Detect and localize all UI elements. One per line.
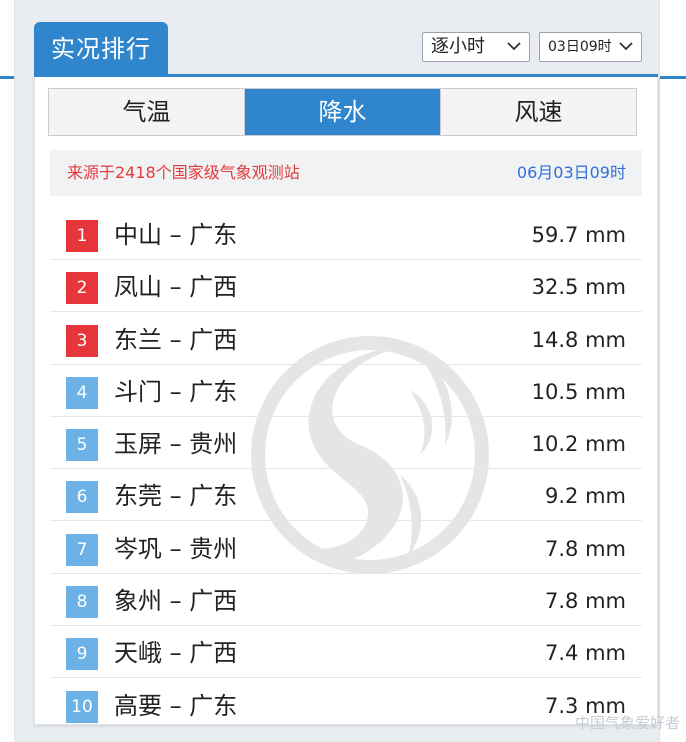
rank-badge: 8 <box>66 586 98 619</box>
station-name: 天峨 – 广西 <box>114 639 238 668</box>
station-name: 东莞 – 广东 <box>114 482 238 511</box>
ranking-row[interactable]: 8 象州 – 广西 7.8 mm <box>50 575 642 627</box>
precipitation-value: 10.5 mm <box>531 379 626 404</box>
station-name: 中山 – 广东 <box>114 221 238 249</box>
interval-select-value: 逐小时 <box>431 36 485 57</box>
time-select[interactable]: 03日09时 <box>539 32 642 62</box>
precipitation-value: 9.2 mm <box>545 484 626 509</box>
right-panel-accent <box>660 76 686 79</box>
interval-select[interactable]: 逐小时 <box>422 32 530 62</box>
category-tabs: 气温 降水 风速 <box>48 88 637 136</box>
ranking-row[interactable]: 9 天峨 – 广西 7.4 mm <box>50 627 642 679</box>
precipitation-value: 10.2 mm <box>531 432 626 457</box>
ranking-row[interactable]: 5 玉屏 – 贵州 10.2 mm <box>50 418 642 470</box>
precipitation-value: 59.7 mm <box>531 223 626 247</box>
rank-badge: 2 <box>66 272 98 305</box>
data-source-text: 来源于2418个国家级气象观测站 <box>67 163 300 182</box>
info-bar: 来源于2418个国家级气象观测站 06月03日09时 <box>50 150 642 196</box>
tab-temperature[interactable]: 气温 <box>49 89 245 135</box>
chevron-down-icon <box>507 42 521 51</box>
rank-badge: 10 <box>66 690 98 723</box>
ranking-row[interactable]: 4 斗门 – 广东 10.5 mm <box>50 366 642 417</box>
tab-wind-speed[interactable]: 风速 <box>441 89 636 135</box>
tab-precipitation[interactable]: 降水 <box>245 89 441 135</box>
precipitation-value: 7.8 mm <box>545 536 626 561</box>
rank-badge: 5 <box>66 429 98 462</box>
rank-badge: 9 <box>66 638 98 671</box>
station-name: 高要 – 广东 <box>114 691 238 720</box>
left-panel-accent <box>0 76 14 79</box>
observation-time: 06月03日09时 <box>516 163 626 182</box>
panel-title: 实况排行 <box>34 22 168 77</box>
station-name: 玉屏 – 贵州 <box>114 430 238 459</box>
ranking-row[interactable]: 7 岑巩 – 贵州 7.8 mm <box>50 523 642 574</box>
right-adjacent-panel <box>659 0 686 742</box>
ranking-row[interactable]: 10 高要 – 广东 7.3 mm <box>50 680 642 730</box>
station-name: 象州 – 广西 <box>114 587 238 616</box>
precipitation-value: 7.8 mm <box>545 589 626 614</box>
precipitation-value: 14.8 mm <box>531 327 626 352</box>
rank-badge: 1 <box>66 220 98 252</box>
footer-credit: 中国气象爱好者 <box>574 714 680 732</box>
rank-badge: 4 <box>66 376 98 409</box>
precipitation-value: 7.4 mm <box>545 641 626 666</box>
time-select-value: 03日09时 <box>548 39 612 55</box>
rank-badge: 7 <box>66 533 98 566</box>
left-adjacent-panel <box>0 0 15 742</box>
station-name: 凤山 – 广西 <box>114 273 238 302</box>
ranking-row[interactable]: 2 凤山 – 广西 32.5 mm <box>50 261 642 313</box>
ranking-row[interactable]: 3 东兰 – 广西 14.8 mm <box>50 314 642 365</box>
ranking-row[interactable]: 1 中山 – 广东 59.7 mm <box>50 209 642 260</box>
station-name: 东兰 – 广西 <box>114 325 238 354</box>
ranking-row[interactable]: 6 东莞 – 广东 9.2 mm <box>50 470 642 522</box>
station-name: 岑巩 – 贵州 <box>114 534 238 563</box>
ranking-list: 1 中山 – 广东 59.7 mm 2 凤山 – 广西 32.5 mm 3 东兰… <box>50 209 642 731</box>
chevron-down-icon <box>619 42 633 51</box>
precipitation-value: 32.5 mm <box>531 275 626 300</box>
rank-badge: 6 <box>66 481 98 514</box>
station-name: 斗门 – 广东 <box>114 377 238 406</box>
rank-badge: 3 <box>66 324 98 357</box>
